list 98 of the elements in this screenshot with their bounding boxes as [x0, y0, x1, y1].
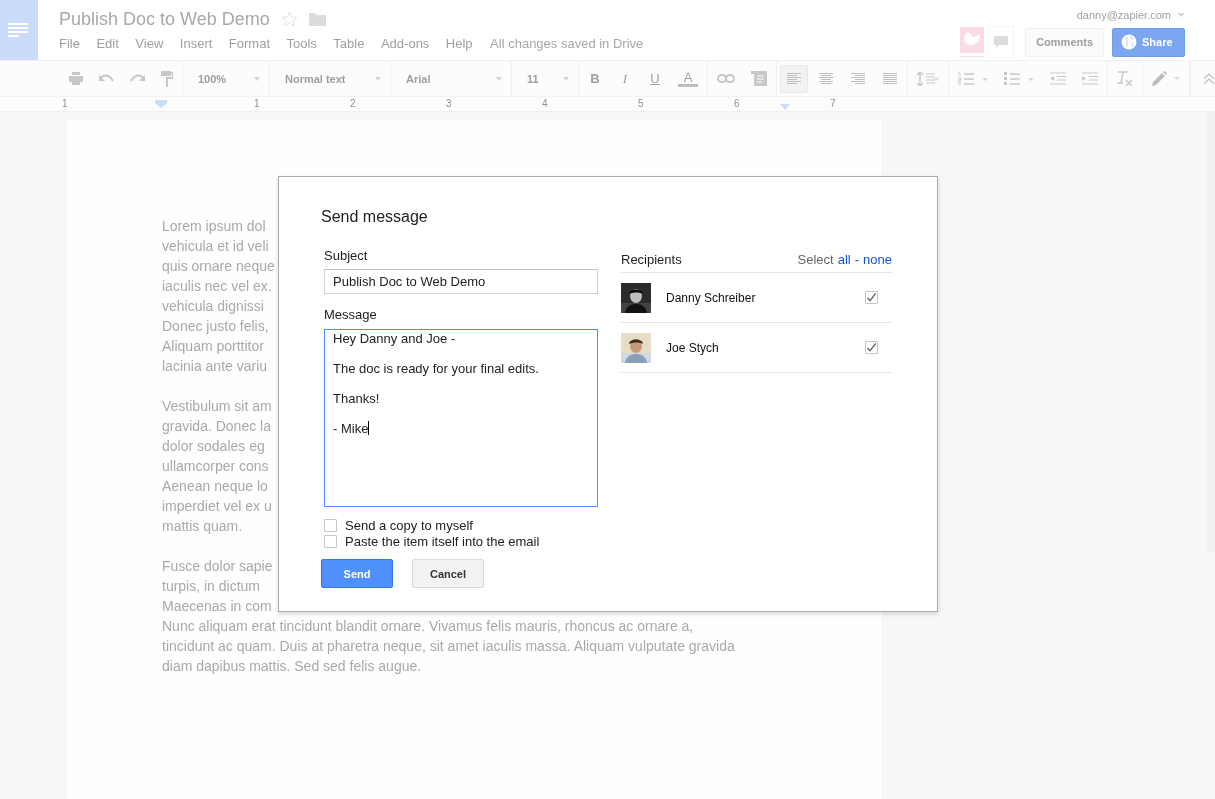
document-text: quis ornare neque [162, 257, 275, 276]
document-text: Fusce dolor sapie [162, 557, 273, 576]
comment-icon[interactable] [751, 71, 767, 86]
ruler-number: 2 [350, 98, 356, 109]
checkbox[interactable] [324, 534, 337, 548]
pencil-icon[interactable] [1152, 71, 1180, 86]
menu-item[interactable]: Tools [286, 36, 317, 51]
line-spacing-icon[interactable] [917, 71, 939, 86]
increase-indent-icon[interactable] [1082, 72, 1098, 85]
menu-item[interactable]: Help [445, 36, 473, 51]
align-button[interactable] [780, 64, 808, 93]
subject-label: Subject [324, 248, 369, 264]
align-icon [883, 72, 897, 85]
menu-item[interactable]: Insert [179, 36, 213, 51]
ruler-number: 4 [542, 98, 548, 109]
font-size-dropdown[interactable]: 11 [521, 72, 569, 85]
globe-icon [1121, 34, 1137, 50]
font-dropdown[interactable]: Arial [400, 72, 502, 85]
zoom-dropdown[interactable]: 100% [192, 72, 260, 85]
document-text: imperdiet vel ex u [162, 497, 272, 516]
select-none-link[interactable]: none [863, 251, 892, 267]
align-icon [851, 72, 865, 85]
chat-icon[interactable] [988, 26, 1015, 58]
document-text: Maecenas in com [162, 597, 272, 616]
document-text: Aliquam porttitor [162, 337, 264, 356]
cancel-button[interactable]: Cancel [412, 559, 484, 588]
bold-button[interactable]: B [588, 71, 602, 86]
subject-field[interactable]: Publish Doc to Web Demo [324, 269, 598, 294]
menu-item[interactable]: File [59, 36, 80, 51]
checkbox[interactable] [865, 341, 878, 354]
align-icon [787, 72, 801, 85]
document-text: vehicula et id veli [162, 237, 269, 256]
docs-logo-icon[interactable] [0, 0, 38, 60]
ruler-number: 5 [638, 98, 644, 109]
send-button[interactable]: Send [321, 559, 393, 588]
ruler-number: 1 [62, 98, 68, 109]
message-label: Message [324, 307, 378, 323]
checkbox[interactable] [324, 518, 337, 532]
comments-button[interactable]: Comments [1025, 27, 1104, 57]
link-icon[interactable] [717, 74, 735, 83]
caret-icon[interactable] [1177, 13, 1185, 17]
document-text: mattis quam. [162, 517, 243, 536]
menu-item[interactable]: Add-ons [380, 36, 430, 51]
document-text: Donec justo felis, [162, 317, 269, 336]
separator: - [854, 251, 860, 267]
share-button[interactable]: Share [1112, 27, 1185, 57]
select-label: Select [797, 251, 834, 267]
message-field[interactable]: Hey Danny and Joe - The doc is ready for your final edits. Thanks! - Mike [324, 329, 598, 507]
document-text: Aenean neque lo [162, 477, 268, 496]
save-status[interactable]: All changes saved in Drive [490, 36, 644, 51]
italic-button[interactable]: I [618, 70, 632, 87]
document-text: Vestibulum sit am [162, 397, 272, 416]
document-text: Nunc aliquam erat tincidunt blandit ornare. Vivamus felis mauris, rhoncus ac ornare a, [162, 617, 694, 636]
menu-item[interactable]: Format [228, 36, 270, 51]
duck-icon[interactable] [960, 27, 985, 57]
account-email[interactable]: danny@zapier.com [1076, 9, 1171, 21]
recipients-label: Recipients [621, 251, 682, 267]
star-icon[interactable] [280, 11, 298, 27]
menu-item[interactable]: View [135, 36, 164, 51]
style-dropdown[interactable]: Normal text [279, 72, 381, 85]
document-text: gravida. Donec la [162, 417, 271, 436]
print-icon[interactable] [69, 72, 83, 85]
select-all-link[interactable]: all [837, 251, 851, 267]
align-icon [819, 72, 833, 85]
document-title[interactable]: Publish Doc to Web Demo [59, 8, 270, 30]
indent-marker-icon[interactable] [155, 100, 167, 108]
ruler-number: 6 [734, 98, 740, 109]
folder-icon[interactable] [308, 12, 326, 26]
undo-icon[interactable] [99, 74, 114, 83]
ruler-number: 3 [446, 98, 452, 109]
decrease-indent-icon[interactable] [1050, 72, 1066, 85]
collapse-icon[interactable] [1203, 72, 1215, 85]
recipient-name: Danny Schreiber [666, 290, 757, 305]
document-text: dolor sodales eg [162, 437, 265, 456]
checkbox[interactable] [865, 291, 878, 304]
menu-item[interactable]: Edit [96, 36, 119, 51]
clear-formatting-icon[interactable] [1117, 71, 1133, 86]
option-label: Paste the item itself into the email [345, 533, 540, 549]
text-color-button[interactable]: A [678, 70, 698, 87]
document-text: lacinia ante variu [162, 357, 268, 376]
option-label: Send a copy to myself [345, 517, 473, 533]
bulleted-list-icon[interactable] [1004, 71, 1034, 86]
document-text: tincidunt ac quam. Duis at pharetra neque, sit amet iaculis massa. Aliquam vulputate gravida [162, 637, 735, 656]
ruler-number: 1 [254, 98, 260, 109]
document-text: ullamcorper cons [162, 457, 269, 476]
redo-icon[interactable] [130, 74, 145, 83]
menu-item[interactable]: Table [333, 36, 365, 51]
document-text: diam dapibus mattis. Sed sed felis augue. [162, 657, 422, 676]
document-text: turpis, in dictum [162, 577, 261, 596]
numbered-list-icon[interactable] [958, 71, 988, 86]
recipient-name: Joe Stych [666, 340, 720, 355]
document-text: vehicula dignissi [162, 297, 264, 316]
dialog-title: Send message [321, 208, 429, 226]
document-text: iaculis nec vel ex. [162, 277, 272, 296]
paint-roller-icon[interactable] [161, 70, 173, 87]
ruler-number: 7 [830, 98, 836, 109]
document-text: Lorem ipsum dol [162, 217, 266, 236]
underline-button[interactable]: U [648, 71, 662, 86]
